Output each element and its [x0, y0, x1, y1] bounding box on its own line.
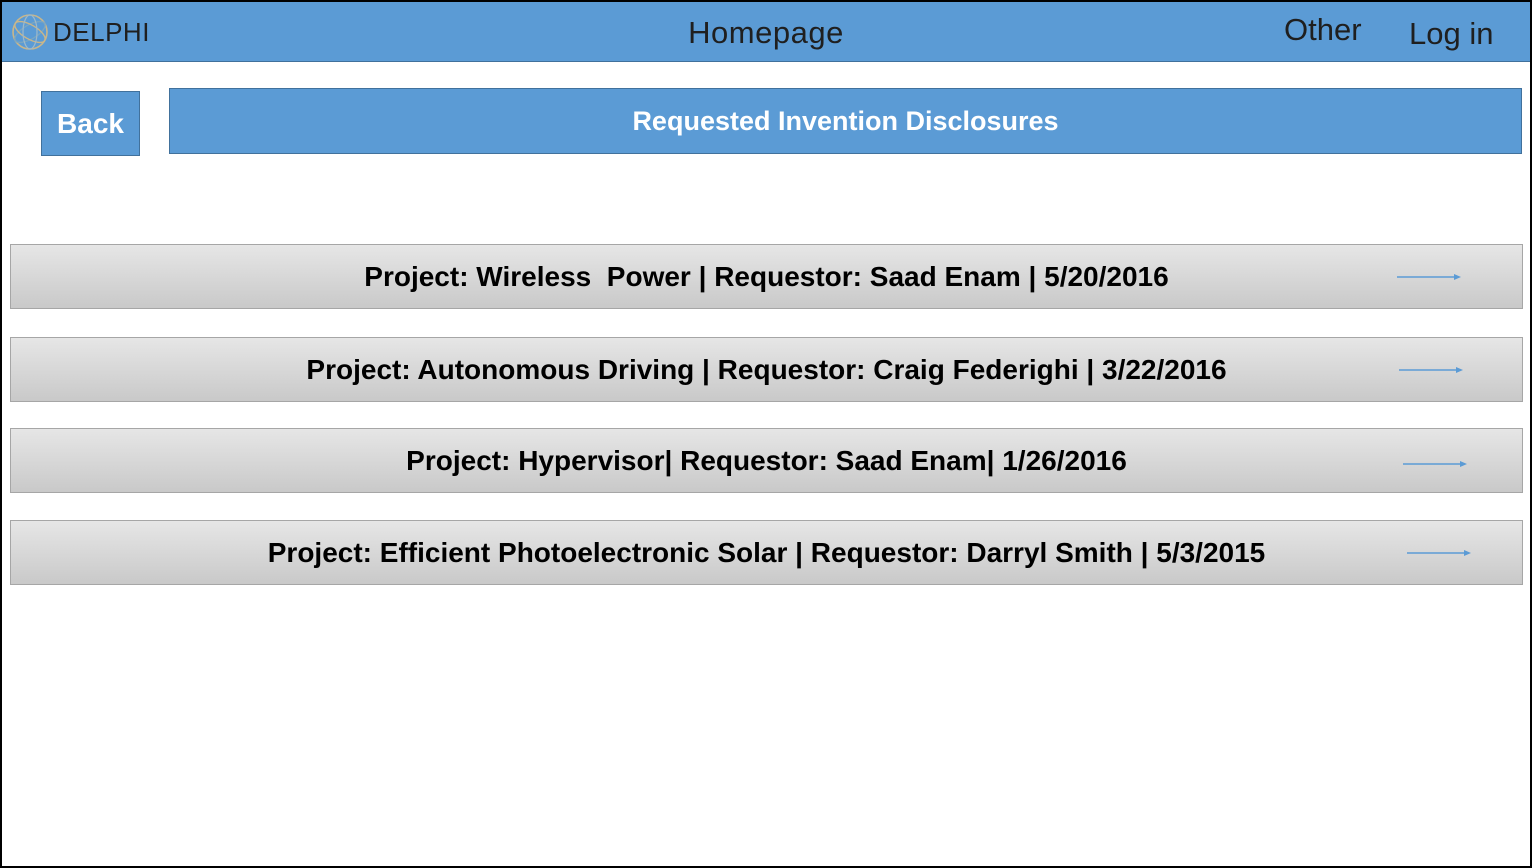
request-row-label: Project: Hypervisor| Requestor: Saad Ena…: [406, 445, 1127, 476]
request-row-label: Project: Wireless Power | Requestor: Saa…: [364, 261, 1169, 292]
section-heading: Requested Invention Disclosures: [169, 88, 1522, 154]
request-row-label: Project: Efficient Photoelectronic Solar…: [267, 537, 1266, 568]
request-row-photoelectronic-solar[interactable]: Project: Efficient Photoelectronic Solar…: [10, 520, 1523, 585]
top-navigation-bar: DELPHI Homepage Other Log in: [2, 2, 1530, 62]
nav-other-link[interactable]: Other: [1284, 12, 1362, 48]
app-window: DELPHI Homepage Other Log in Back Reques…: [0, 0, 1532, 868]
arrow-right-icon: [1399, 367, 1463, 373]
request-row-autonomous-driving[interactable]: Project: Autonomous Driving | Requestor:…: [10, 337, 1523, 402]
request-row-hypervisor[interactable]: Project: Hypervisor| Requestor: Saad Ena…: [10, 428, 1523, 493]
back-button[interactable]: Back: [41, 91, 140, 156]
request-row-wireless-power[interactable]: Project: Wireless Power | Requestor: Saa…: [10, 244, 1523, 309]
arrow-right-icon: [1407, 550, 1471, 556]
nav-login-link[interactable]: Log in: [1409, 16, 1493, 52]
request-row-label: Project: Autonomous Driving | Requestor:…: [306, 354, 1227, 385]
arrow-right-icon: [1397, 274, 1461, 280]
arrow-right-icon: [1403, 461, 1467, 467]
page-title-text[interactable]: Homepage: [688, 15, 844, 50]
